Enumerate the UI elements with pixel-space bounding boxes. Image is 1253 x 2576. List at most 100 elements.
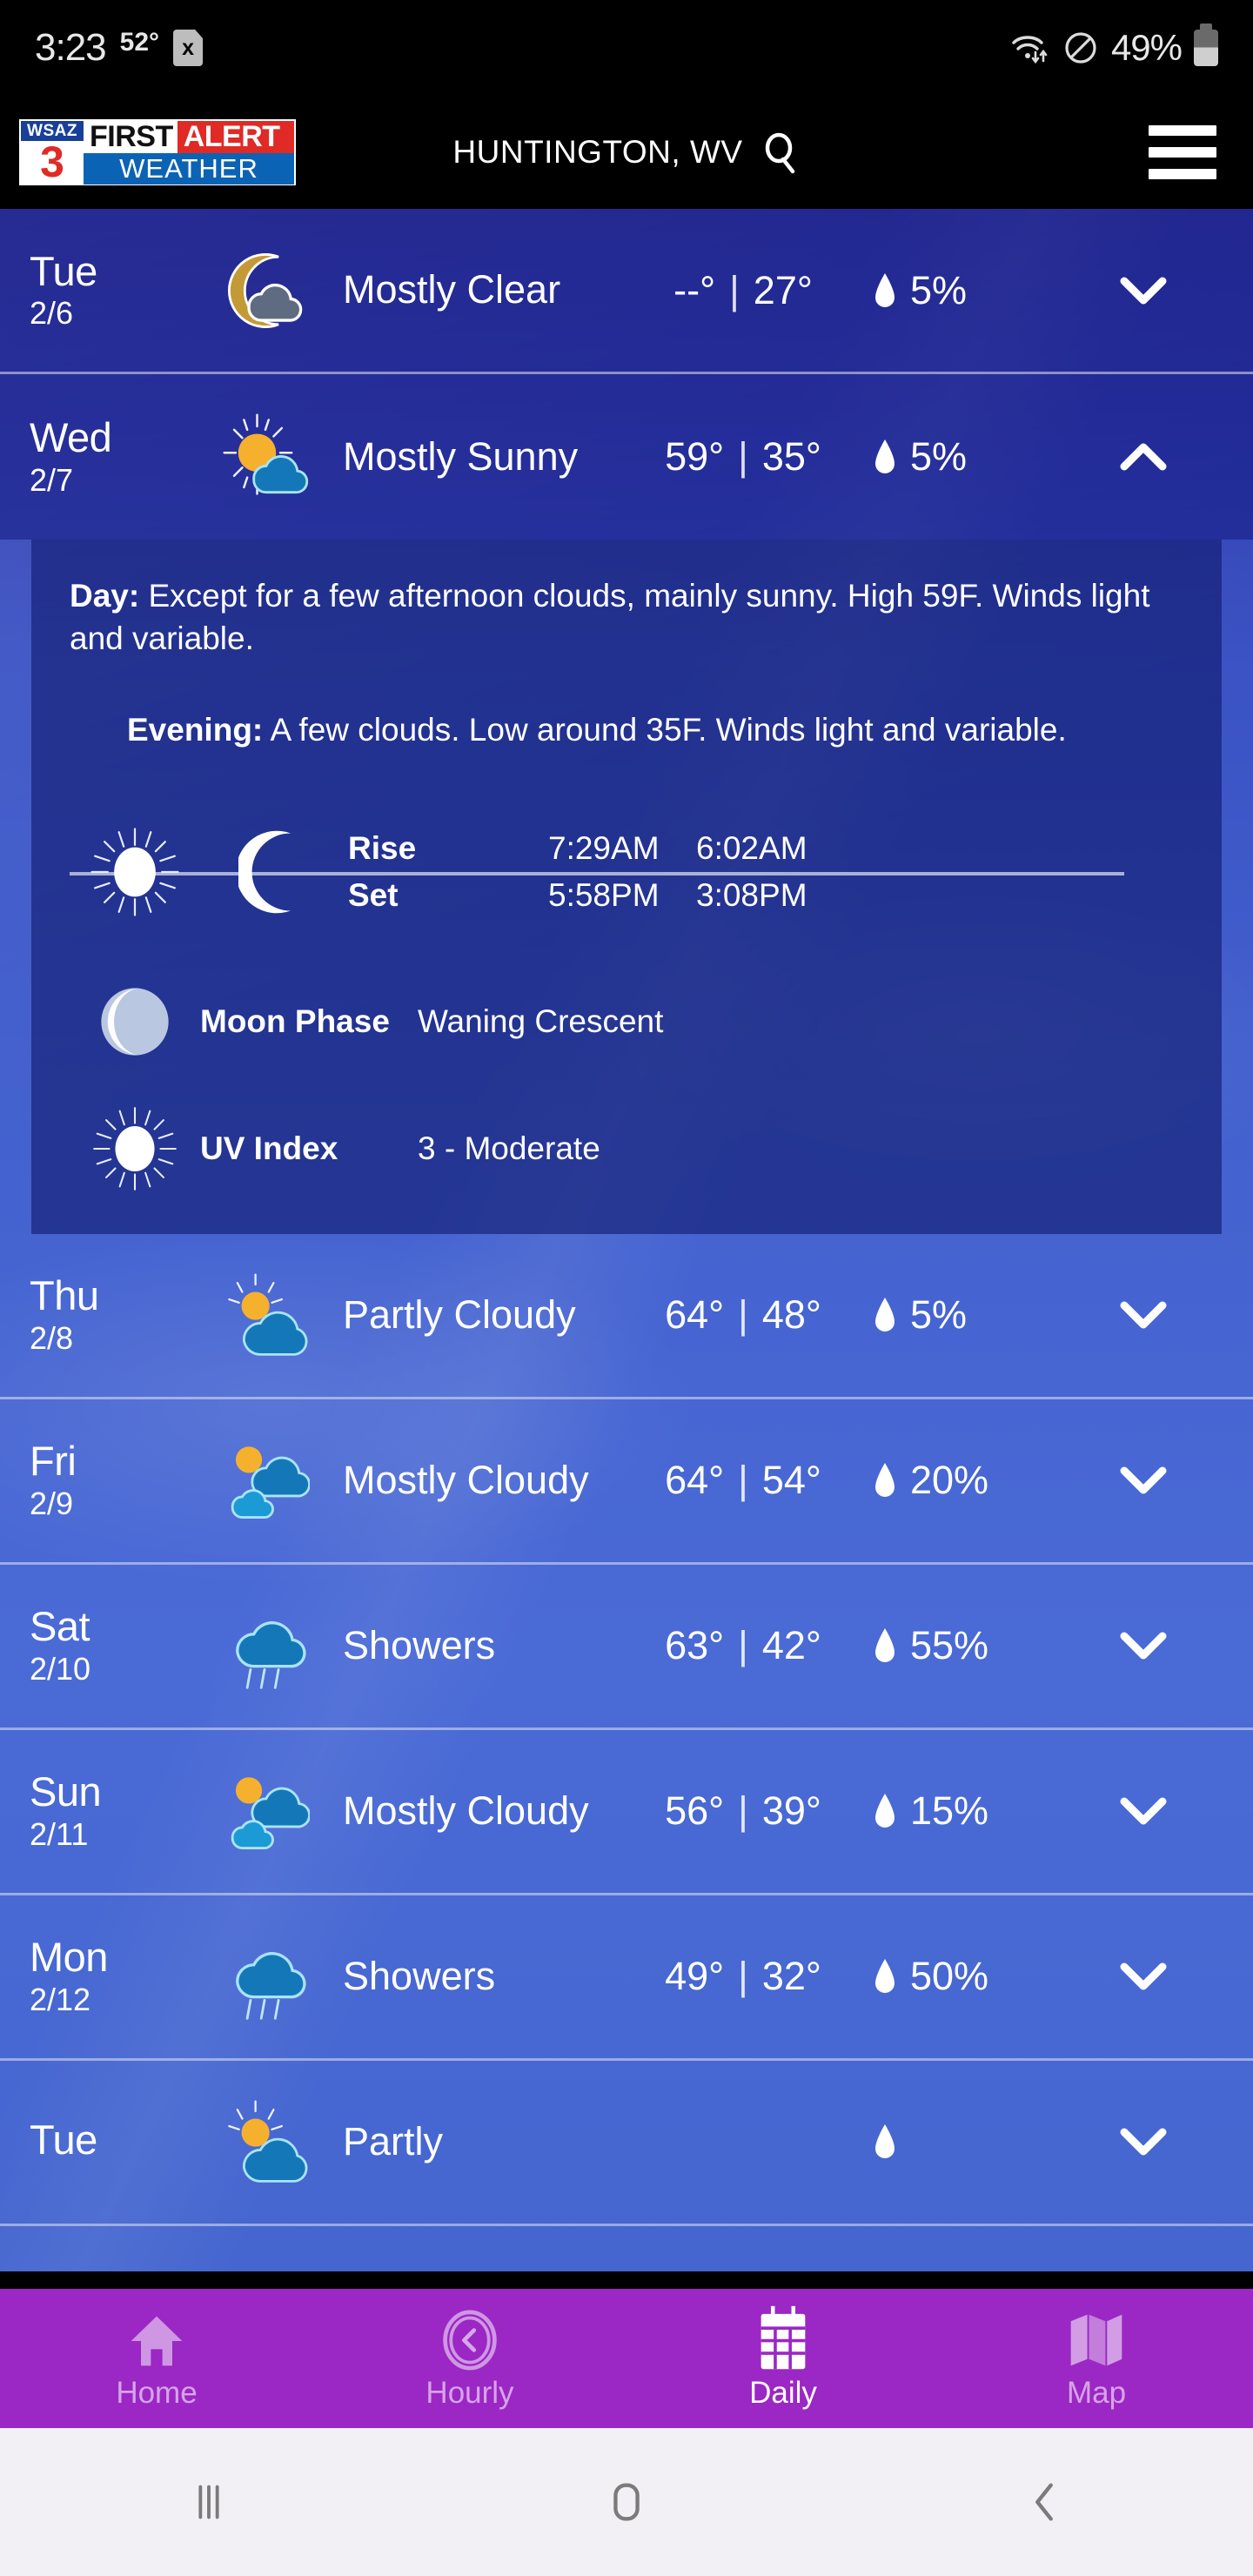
- forecast-low-temp: 27°: [753, 267, 813, 312]
- forecast-condition: Mostly Cloudy: [343, 1457, 589, 1502]
- table-row[interactable]: Fri 2/9 Mostly Cloudy 64° | 54° 20%: [0, 1399, 1253, 1565]
- status-bar-left: 3:23 52° x: [35, 26, 204, 70]
- moon-phase-icon: [70, 982, 200, 1062]
- bottom-tab-bar: Home Hourly Daily Map: [0, 2289, 1253, 2428]
- chevron-down-icon[interactable]: [1091, 1466, 1196, 1495]
- rise-label: Rise: [348, 829, 417, 866]
- forecast-condition: Partly: [343, 2118, 444, 2163]
- forecast-day-date: 2/8: [30, 1320, 74, 1357]
- table-row[interactable]: Sat 2/10 Showers 63° | 42° 55%: [0, 1565, 1253, 1730]
- daily-forecast-list[interactable]: Tue 2/6 Mostly Clear --° | 27° 5% Wed 2/…: [0, 209, 1253, 2271]
- chevron-down-icon[interactable]: [1091, 1796, 1196, 1826]
- forecast-day-date: 2/10: [30, 1651, 91, 1687]
- forecast-precip-cell: 55%: [874, 1623, 1091, 1668]
- forecast-precip-cell: 15%: [874, 1788, 1091, 1834]
- home-icon: [126, 2306, 187, 2371]
- do-not-disturb-icon: [1062, 30, 1099, 66]
- forecast-high-temp: --°: [673, 267, 716, 312]
- forecast-precip-value: 50%: [910, 1954, 989, 1999]
- sunset-time: 5:58PM: [548, 876, 660, 913]
- forecast-day-name: Thu: [30, 1272, 99, 1319]
- forecast-low-temp: 54°: [761, 1458, 821, 1503]
- table-row[interactable]: Tue Partly: [0, 2061, 1253, 2226]
- forecast-low-temp: 39°: [761, 1788, 821, 1834]
- forecast-temperature-cell: 59° | 35°: [613, 434, 874, 480]
- forecast-precip-value: 55%: [910, 1623, 989, 1668]
- map-icon: [1066, 2306, 1127, 2371]
- status-temperature: 52°: [119, 28, 160, 57]
- chevron-down-icon[interactable]: [1091, 2127, 1196, 2157]
- forecast-day-cell: Wed 2/7: [30, 415, 195, 498]
- status-bar-right: 49%: [1010, 23, 1218, 69]
- battery-icon: [1194, 23, 1218, 66]
- tab-hourly[interactable]: Hourly: [313, 2306, 626, 2411]
- forecast-precip-value: 5%: [910, 1292, 968, 1338]
- forecast-high-temp: 59°: [665, 434, 725, 479]
- forecast-detail-panel: Day: Except for a few afternoon clouds, …: [31, 540, 1222, 1234]
- water-drop-icon: [874, 1957, 896, 1996]
- home-square-icon[interactable]: [418, 2477, 835, 2527]
- hamburger-line-1: [1149, 125, 1216, 136]
- moon-cloud-icon: [195, 245, 334, 336]
- tab-home[interactable]: Home: [0, 2306, 313, 2411]
- forecast-precip-cell: [874, 2123, 1091, 2161]
- location-label[interactable]: HUNTINGTON, WV: [452, 134, 742, 171]
- forecast-day-cell: Sat 2/10: [30, 1605, 195, 1687]
- rain-cloud-icon: [195, 1931, 334, 2022]
- recents-icon[interactable]: [0, 2477, 418, 2527]
- forecast-high-temp: 63°: [665, 1623, 725, 1668]
- temp-separator: |: [738, 1458, 748, 1503]
- forecast-low-temp: 48°: [761, 1292, 821, 1338]
- forecast-day-date: 2/9: [30, 1486, 74, 1522]
- temp-separator: |: [738, 1292, 748, 1338]
- tab-daily[interactable]: Daily: [626, 2305, 940, 2411]
- forecast-day-date: 2/7: [30, 461, 74, 498]
- day-forecast-body: Except for a few afternoon clouds, mainl…: [70, 578, 1150, 657]
- temp-separator: |: [738, 1623, 748, 1668]
- table-row[interactable]: Tue 2/6 Mostly Clear --° | 27° 5%: [0, 209, 1253, 374]
- table-row[interactable]: Mon 2/12 Showers 49° | 32° 50%: [0, 1895, 1253, 2061]
- water-drop-icon: [874, 1461, 896, 1499]
- forecast-temperature-cell: --° | 27°: [613, 268, 874, 313]
- forecast-day-cell: Mon 2/12: [30, 1935, 195, 2017]
- forecast-precip-cell: 5%: [874, 1292, 1091, 1338]
- forecast-low-temp: 42°: [761, 1623, 821, 1668]
- search-icon[interactable]: [762, 131, 801, 174]
- chevron-down-icon[interactable]: [1091, 276, 1196, 305]
- forecast-precip-value: 5%: [910, 434, 968, 479]
- tab-map[interactable]: Map: [940, 2306, 1253, 2411]
- forecast-temperature-cell: 49° | 32°: [613, 1954, 874, 1999]
- hamburger-menu-icon[interactable]: [1149, 125, 1216, 179]
- sun-two-clouds-icon: [195, 1435, 334, 1526]
- forecast-precip-cell: 5%: [874, 434, 1091, 480]
- moon-phase-value: Waning Crescent: [418, 1003, 664, 1039]
- calendar-icon: [753, 2305, 814, 2371]
- table-row[interactable]: Thu 2/8 Partly Cloudy 64° | 48° 5%: [0, 1234, 1253, 1399]
- wifi-icon: [1010, 30, 1050, 66]
- chevron-down-icon[interactable]: [1091, 1631, 1196, 1660]
- forecast-day-cell: Tue: [30, 2117, 195, 2166]
- tab-hourly-label: Hourly: [425, 2376, 514, 2410]
- uv-index-label: UV Index: [200, 1130, 338, 1166]
- uv-index-row: UV Index 3 - Moderate: [70, 1104, 1183, 1194]
- table-row[interactable]: Sun 2/11 Mostly Cloudy 56° | 39° 15%: [0, 1730, 1253, 1895]
- forecast-day-name: Mon: [30, 1934, 108, 1981]
- sun-two-clouds-icon: [195, 1766, 334, 1856]
- chevron-up-icon[interactable]: [1091, 442, 1196, 472]
- sunrise-time: 7:29AM: [548, 829, 660, 866]
- forecast-day-name: Fri: [30, 1438, 77, 1485]
- chevron-down-icon[interactable]: [1091, 1962, 1196, 1991]
- forecast-day-cell: Sun 2/11: [30, 1770, 195, 1852]
- moonset-time: 3:08PM: [696, 876, 807, 913]
- sim-card-glyph: x: [182, 35, 194, 60]
- chevron-down-icon[interactable]: [1091, 1300, 1196, 1330]
- back-chevron-icon[interactable]: [835, 2477, 1253, 2527]
- weather-app-screen: 3:23 52° x 49% WSAZ 3 FIRST ALERT WEATHE…: [0, 0, 1253, 2576]
- logo-weather-word: WEATHER: [84, 153, 294, 185]
- sun-moon-rise-set-section: Rise 7:29AM 6:02AM Set 5:58PM 3:08PM: [70, 804, 1183, 940]
- forecast-temperature-cell: 64° | 48°: [613, 1292, 874, 1338]
- table-row[interactable]: Wed 2/7 Mostly Sunny 59° | 35° 5%: [0, 374, 1253, 540]
- forecast-high-temp: 64°: [665, 1458, 725, 1503]
- forecast-precip-value: 5%: [910, 267, 968, 312]
- sun-icon: [70, 1104, 200, 1194]
